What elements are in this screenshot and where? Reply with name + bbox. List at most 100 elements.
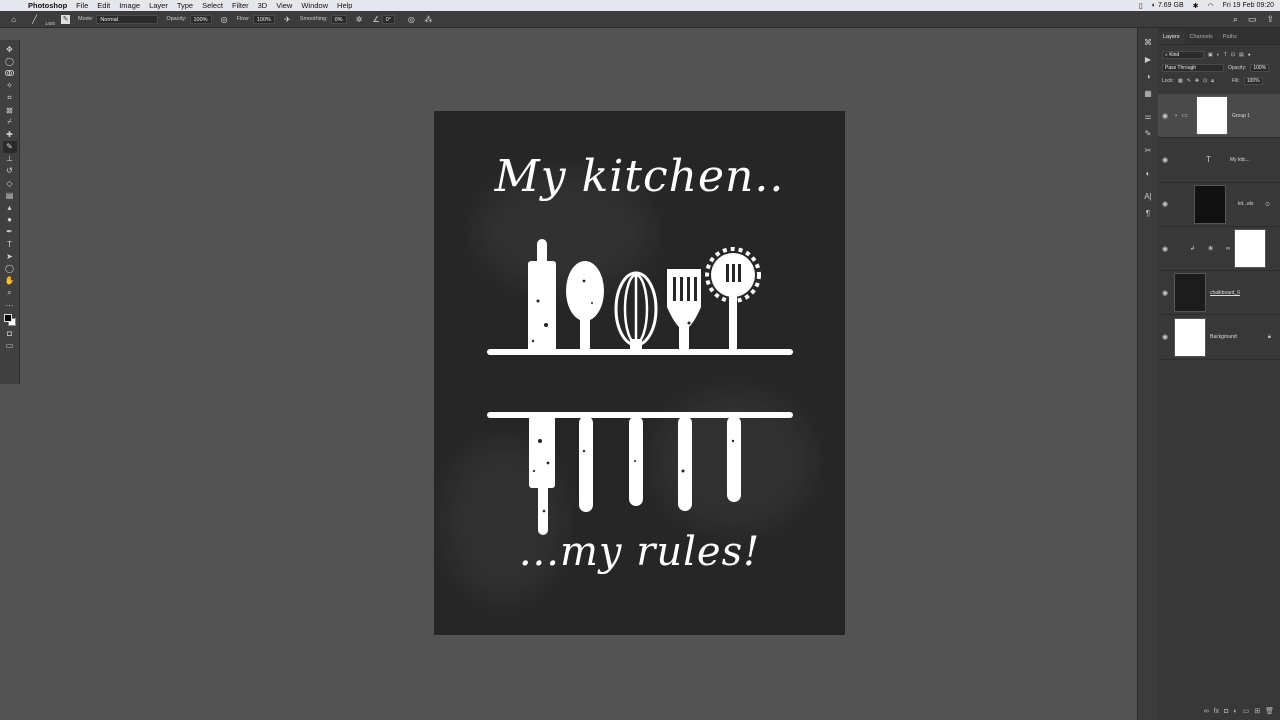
add-mask-icon[interactable]: ◘	[1224, 708, 1228, 715]
angle-field[interactable]: 0°	[381, 14, 395, 24]
fill-field[interactable]: 100%	[1243, 76, 1263, 85]
filter-adjustment-icon[interactable]: ◐	[1217, 52, 1220, 58]
bluetooth-icon[interactable]: ✱	[1193, 2, 1199, 10]
lock-icon[interactable]: 🔒︎	[1268, 334, 1271, 341]
brush-settings-icon[interactable]: ✎	[1142, 127, 1155, 140]
lock-position-icon[interactable]: ✥	[1195, 78, 1199, 84]
layer-name[interactable]: Background	[1210, 334, 1237, 340]
healing-brush-tool-icon[interactable]: ✚	[3, 128, 17, 140]
new-adjustment-icon[interactable]: ◐	[1233, 708, 1237, 715]
mode-select[interactable]: Normal	[96, 14, 159, 24]
filter-shape-icon[interactable]: ⊡	[1231, 52, 1235, 58]
clock[interactable]: Fri 19 Feb 09:20	[1223, 2, 1274, 9]
clone-source-icon[interactable]: ✂	[1142, 144, 1155, 157]
layer-row-chalkboard[interactable]: ◉ chalkboard_6	[1158, 271, 1280, 316]
actions-panel-icon[interactable]: ▶	[1142, 53, 1155, 66]
brush-preset-icon[interactable]: ╱	[30, 15, 39, 24]
eyedropper-tool-icon[interactable]: ⌿	[3, 116, 17, 128]
visibility-eye-icon[interactable]: ◉	[1161, 333, 1169, 341]
gradient-tool-icon[interactable]: ▤	[3, 189, 17, 201]
menu-select[interactable]: Select	[202, 1, 223, 10]
marquee-tool-icon[interactable]: ◯	[3, 55, 17, 67]
visibility-eye-icon[interactable]: ◉	[1161, 245, 1169, 253]
visibility-eye-icon[interactable]: ◉	[1161, 200, 1169, 208]
layer-opacity-field[interactable]: 100%	[1250, 63, 1270, 72]
menu-edit[interactable]: Edit	[97, 1, 110, 10]
home-icon[interactable]: ⌂	[9, 15, 18, 24]
layer-row-adjustment[interactable]: ◉ ↲ ☀ ∞	[1158, 227, 1280, 272]
shape-tool-icon[interactable]: ◯	[3, 262, 17, 274]
move-tool-icon[interactable]: ✥	[3, 43, 17, 55]
type-tool-icon[interactable]: T	[3, 238, 17, 250]
lock-pixels-icon[interactable]: ✎	[1187, 78, 1191, 84]
clone-stamp-tool-icon[interactable]: ⊥	[3, 153, 17, 165]
brush-panel-icon[interactable]: ✎	[61, 14, 71, 24]
pressure-size-icon[interactable]: ◎	[407, 15, 416, 24]
battery-icon[interactable]: ▯	[1139, 2, 1143, 10]
filter-kind-select[interactable]: ⌕ Kind	[1162, 50, 1204, 59]
layer-row-group-1[interactable]: ◉ › ▭ Group 1	[1158, 94, 1280, 139]
path-selection-tool-icon[interactable]: ➤	[3, 250, 17, 262]
menu-view[interactable]: View	[276, 1, 292, 10]
document-canvas[interactable]: My kitchen.. ...my rules!	[434, 111, 845, 635]
layer-row-text[interactable]: ◉ T My kitc...	[1158, 138, 1280, 183]
layer-effects-icon[interactable]: ⊙	[1265, 201, 1270, 208]
filter-toggle-icon[interactable]: ●	[1248, 52, 1251, 58]
filter-smart-object-icon[interactable]: ▤	[1239, 52, 1244, 58]
new-group-icon[interactable]: ▭	[1243, 707, 1250, 715]
lasso-tool-icon[interactable]: ↂ	[3, 67, 17, 79]
pen-tool-icon[interactable]: ✒	[3, 226, 17, 238]
share-icon[interactable]: ⇪	[1266, 14, 1274, 25]
menu-help[interactable]: Help	[337, 1, 352, 10]
menu-3d[interactable]: 3D	[258, 1, 268, 10]
frame-tool-icon[interactable]: ⊠	[3, 104, 17, 116]
history-panel-icon[interactable]: ⌘	[1142, 36, 1155, 49]
adjustments-panel-icon[interactable]: ⚌	[1142, 110, 1155, 123]
flow-field[interactable]: 100%	[252, 14, 275, 24]
airbrush-icon[interactable]: ✈	[283, 15, 292, 24]
swatches-panel-icon[interactable]: ▦	[1142, 87, 1155, 100]
magic-wand-tool-icon[interactable]: ✧	[3, 80, 17, 92]
search-icon[interactable]: ⌕	[1233, 14, 1238, 25]
delete-layer-icon[interactable]: 🗑︎	[1265, 707, 1274, 715]
new-layer-icon[interactable]: ⊞	[1254, 707, 1260, 715]
brush-tool-icon[interactable]: ✎	[2, 140, 17, 153]
menu-window[interactable]: Window	[301, 1, 328, 10]
menu-type[interactable]: Type	[177, 1, 193, 10]
lock-all-icon[interactable]: 🔒︎	[1211, 78, 1214, 84]
layer-name[interactable]: kit...els	[1238, 201, 1254, 207]
link-layers-icon[interactable]: ∞	[1204, 708, 1209, 715]
zoom-tool-icon[interactable]: ⌕	[3, 287, 17, 299]
layer-row-utensils[interactable]: ◉ kit...els ⊙	[1158, 183, 1280, 227]
smoothing-field[interactable]: 0%	[330, 14, 347, 24]
eraser-tool-icon[interactable]: ◇	[3, 177, 17, 189]
visibility-eye-icon[interactable]: ◉	[1161, 156, 1169, 164]
tab-layers[interactable]: Layers	[1158, 31, 1185, 44]
blur-tool-icon[interactable]: ▴	[3, 201, 17, 213]
hand-tool-icon[interactable]: ✋	[3, 275, 17, 287]
smoothing-settings-icon[interactable]: ✲	[355, 15, 364, 24]
quick-mask-icon[interactable]: ◘	[3, 327, 17, 339]
opacity-field[interactable]: 100%	[189, 14, 212, 24]
menu-app-photoshop[interactable]: Photoshop	[28, 1, 67, 10]
filter-type-icon[interactable]: T	[1224, 52, 1227, 58]
screen-mode-icon[interactable]: ▭	[3, 339, 17, 351]
wifi-icon[interactable]: ◠	[1208, 2, 1214, 10]
tab-paths[interactable]: Paths	[1218, 31, 1242, 44]
lock-artboard-icon[interactable]: ⊡	[1203, 78, 1207, 84]
memory-indicator[interactable]: ◐ 7.69 GB	[1152, 2, 1184, 9]
color-panel-icon[interactable]: ◑	[1142, 70, 1155, 83]
blend-mode-select[interactable]: Pass Through	[1162, 63, 1224, 72]
history-brush-tool-icon[interactable]: ↺	[3, 165, 17, 177]
pressure-opacity-icon[interactable]: ◎	[220, 15, 229, 24]
layer-row-background[interactable]: ◉ Background 🔒︎	[1158, 315, 1280, 360]
menu-layer[interactable]: Layer	[149, 1, 168, 10]
menu-filter[interactable]: Filter	[232, 1, 249, 10]
dodge-tool-icon[interactable]: ●	[3, 214, 17, 226]
layer-name[interactable]: My kitc...	[1230, 157, 1250, 163]
menu-file[interactable]: File	[76, 1, 88, 10]
filter-pixel-icon[interactable]: ▣	[1208, 52, 1213, 58]
layer-name[interactable]: Group 1	[1232, 113, 1250, 119]
tab-channels[interactable]: Channels	[1185, 31, 1218, 44]
paragraph-panel-icon[interactable]: ¶	[1142, 207, 1155, 220]
